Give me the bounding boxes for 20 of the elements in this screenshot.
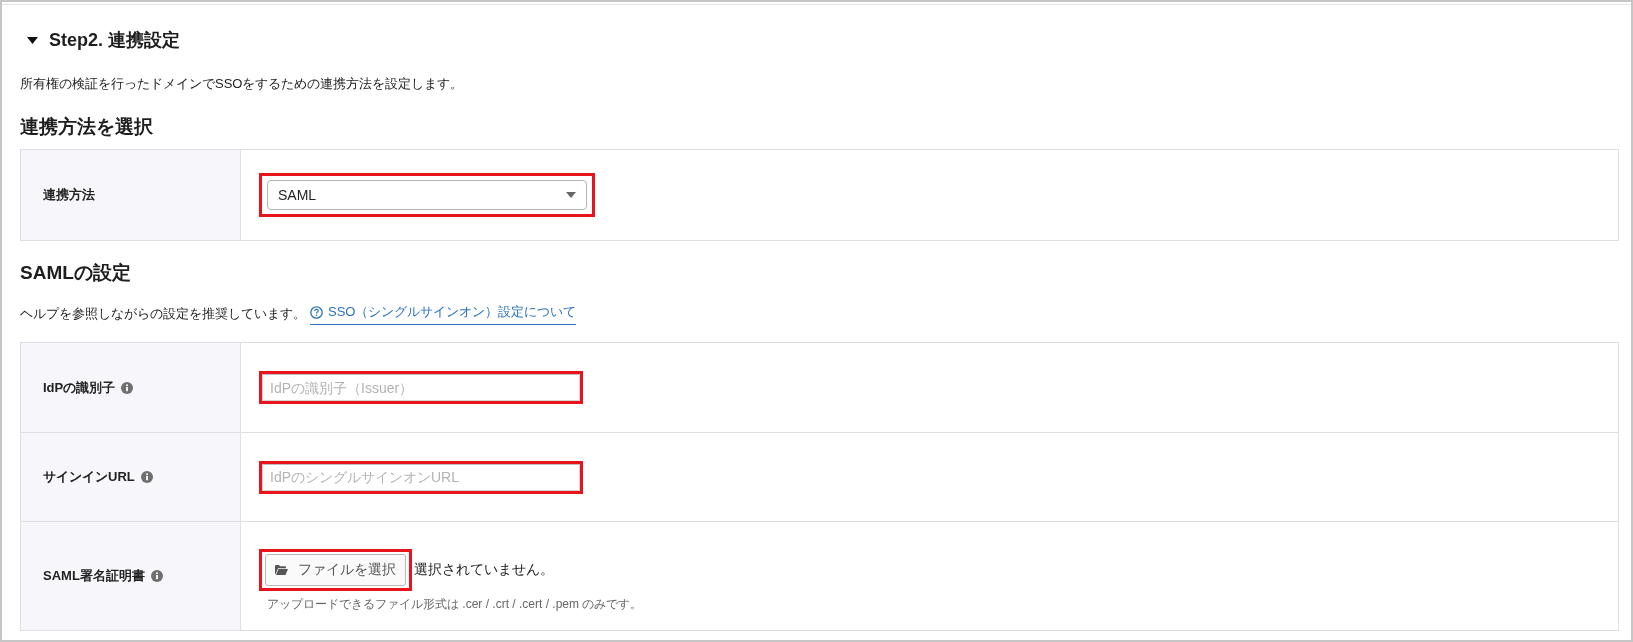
help-text: ヘルプを参照しながらの設定を推奨しています。 <box>20 304 306 323</box>
method-select[interactable]: SAML <box>267 180 587 210</box>
field-label: SAML署名証明書 <box>43 567 145 585</box>
section-title: Step2. 連携設定 <box>49 29 181 52</box>
file-format-hint: アップロードできるファイル形式は .cer / .crt / .cert / .pem のみです。 <box>267 595 643 612</box>
folder-icon <box>275 564 288 575</box>
description-text: 所有権の検証を行ったドメインでSSOをするための連携方法を設定します。 <box>20 75 464 93</box>
file-status-text: 選択されていません。 <box>414 560 554 579</box>
field-label: サインインURL <box>43 468 135 486</box>
help-icon <box>310 305 323 319</box>
text-input[interactable]: IdPのシングルサインオンURL <box>262 463 580 491</box>
dropdown-caret-icon <box>566 192 576 198</box>
field-label: 連携方法 <box>43 186 95 204</box>
field-label: IdPの識別子 <box>43 378 116 397</box>
help-link[interactable]: SSO（シングルサインオン）設定について <box>310 302 577 325</box>
section-heading: SAMLの設定 <box>20 261 131 285</box>
text-input[interactable]: IdPの識別子（Issuer） <box>262 374 580 401</box>
section-heading: 連携方法を選択 <box>20 115 153 139</box>
file-select-button[interactable]: ファイルを選択 <box>265 553 406 586</box>
caret-icon[interactable] <box>27 34 38 46</box>
